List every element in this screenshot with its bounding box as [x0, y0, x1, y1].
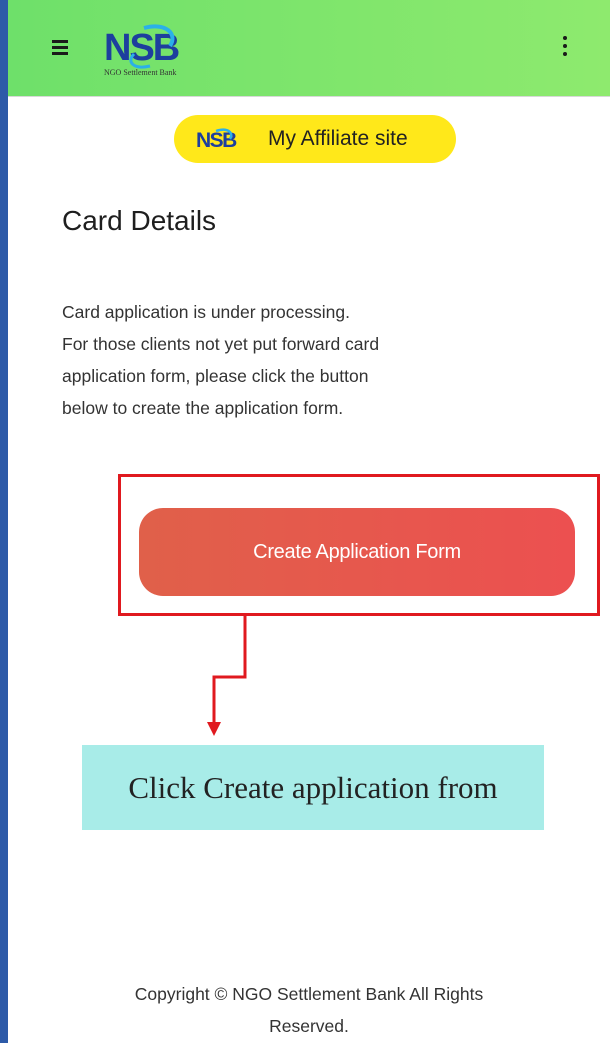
nsb-small-logo-icon: NSB — [196, 128, 239, 151]
affiliate-label: My Affiliate site — [268, 127, 408, 150]
card-status-description: Card application is under processing. Fo… — [62, 296, 502, 424]
description-line: Card application is under processing. — [62, 302, 350, 322]
logo-text: NSB — [104, 27, 179, 69]
affiliate-site-button[interactable]: NSB My Affiliate site — [174, 115, 456, 163]
callout-text: Click Create application from — [128, 769, 498, 805]
hamburger-menu-icon[interactable] — [52, 40, 68, 55]
description-line: application form, please click the butto… — [62, 366, 369, 386]
copyright-footer: Copyright © NGO Settlement Bank All Righ… — [8, 978, 610, 1042]
create-application-form-button[interactable]: Create Application Form — [139, 508, 575, 596]
description-line: For those clients not yet put forward ca… — [62, 334, 380, 354]
phone-screen: NSB NGO Settlement Bank NSB My Affiliate… — [8, 0, 610, 1043]
page-title: Card Details — [62, 205, 217, 236]
footer-line: Copyright © NGO Settlement Bank All Righ… — [134, 984, 484, 1004]
top-app-bar: NSB NGO Settlement Bank — [8, 0, 610, 97]
footer-line: Reserved. — [269, 1016, 349, 1036]
annotation-callout: Click Create application from — [82, 745, 544, 830]
logo-subtitle: NGO Settlement Bank — [104, 68, 177, 77]
kebab-menu-icon[interactable] — [562, 36, 568, 62]
description-line: below to create the application form. — [62, 398, 344, 418]
